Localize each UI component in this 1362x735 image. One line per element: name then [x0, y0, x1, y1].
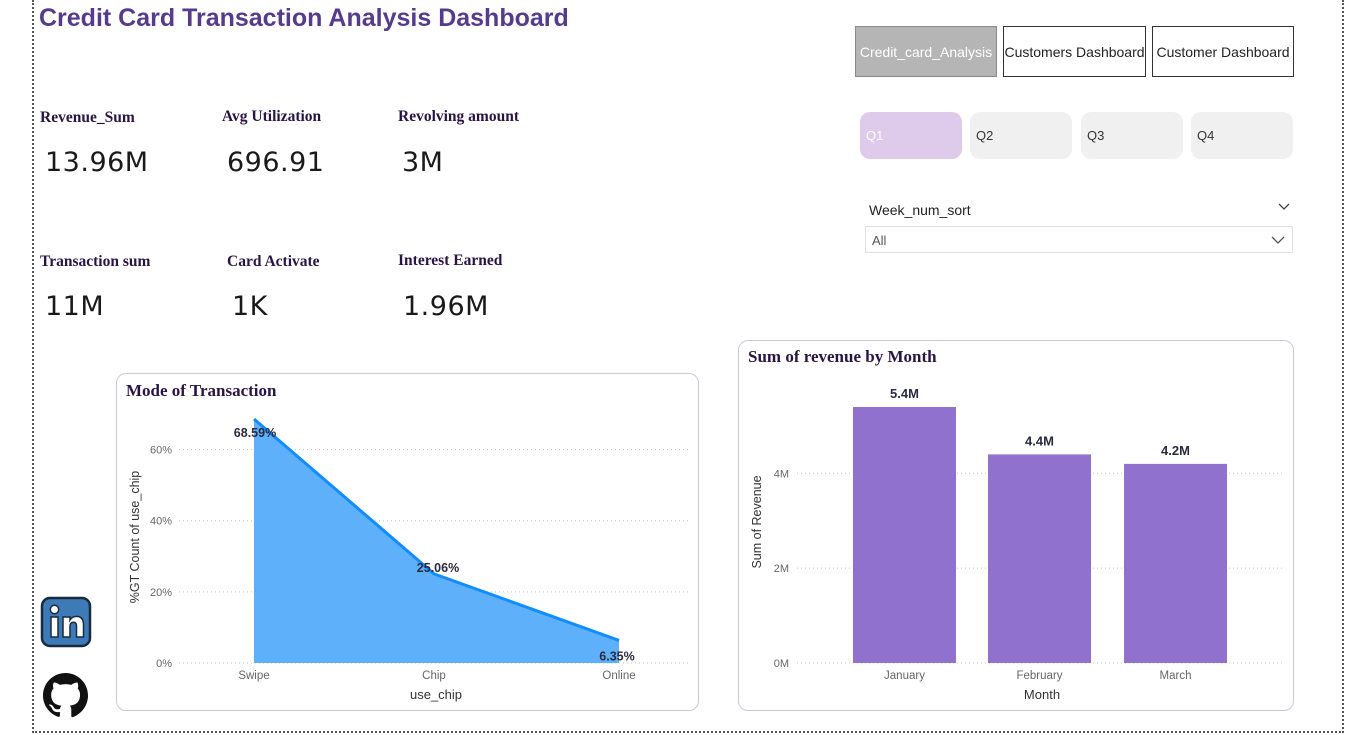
kpi-interest-earned-label: Interest Earned: [398, 252, 503, 269]
quarter-q2-button[interactable]: Q2: [970, 112, 1072, 159]
github-icon[interactable]: [42, 672, 89, 719]
kpi-revolving-amount-value: 3M: [402, 147, 444, 178]
y-axis-title: Sum of Revenue: [750, 475, 764, 568]
x-tick-label: March: [1160, 670, 1192, 682]
data-label: 68.59%: [234, 426, 276, 440]
kpi-avg-utilization-value: 696.91: [227, 147, 325, 178]
y-tick-label: 60%: [150, 445, 172, 457]
y-tick-label: 0M: [774, 658, 789, 670]
bar: [1124, 463, 1227, 663]
page-title: Credit Card Transaction Analysis Dashboa…: [39, 4, 569, 32]
data-label: 5.4M: [890, 386, 919, 401]
kpi-revenue-label: Revenue_Sum: [40, 109, 135, 126]
nav-customer-dashboard-button[interactable]: Customer Dashboard: [1152, 26, 1294, 77]
x-tick-label: Online: [602, 670, 635, 682]
x-tick-label: February: [1016, 670, 1062, 682]
linkedin-icon[interactable]: [40, 596, 92, 648]
bar: [988, 454, 1091, 663]
y-axis-title: %GT Count of use_chip: [128, 471, 142, 604]
y-tick-label: 20%: [150, 587, 172, 599]
quarter-q4-button[interactable]: Q4: [1191, 112, 1293, 159]
quarter-q1-button[interactable]: Q1: [860, 112, 962, 159]
nav-customers-dashboard-button[interactable]: Customers Dashboard: [1003, 26, 1146, 77]
kpi-card-activate-value: 1K: [232, 291, 268, 322]
x-tick-label: January: [884, 670, 925, 682]
quarter-q3-button[interactable]: Q3: [1081, 112, 1183, 159]
kpi-card-activate-label: Card Activate: [227, 253, 320, 270]
kpi-revolving-amount-label: Revolving amount: [398, 108, 519, 125]
data-label: 25.06%: [417, 561, 459, 575]
mode-of-transaction-card: Mode of Transaction 0% 20% 40% 60% 68.59% 25.…: [116, 373, 699, 711]
area-fill: [254, 419, 619, 663]
kpi-transaction-sum-value: 11M: [45, 291, 105, 322]
kpi-avg-utilization-label: Avg Utilization: [222, 108, 322, 125]
data-label: 6.35%: [599, 649, 634, 663]
week-slicer-value: All: [872, 233, 887, 248]
bar: [853, 407, 956, 663]
week-slicer-dropdown[interactable]: All: [865, 226, 1293, 253]
revenue-by-month-chart: 0M 2M 4M 5.4M January 4.4M February 4.2M March Mo…: [750, 386, 1284, 702]
y-tick-label: 4M: [774, 468, 789, 480]
chevron-down-icon[interactable]: [1276, 199, 1292, 215]
x-axis-title: Month: [1024, 687, 1060, 702]
y-tick-label: 0%: [156, 658, 172, 670]
kpi-revenue-value: 13.96M: [45, 147, 149, 178]
week-slicer-title: Week_num_sort: [869, 202, 971, 218]
kpi-transaction-sum-label: Transaction sum: [40, 253, 151, 270]
y-tick-label: 40%: [150, 516, 172, 528]
x-tick-label: Chip: [422, 670, 446, 682]
chevron-down-icon: [1271, 236, 1285, 244]
kpi-interest-earned-value: 1.96M: [403, 291, 489, 322]
y-tick-label: 2M: [774, 563, 789, 575]
x-axis-title: use_chip: [410, 687, 462, 702]
revenue-by-month-card: Sum of revenue by Month 0M 2M 4M 5.4M Januar…: [738, 340, 1294, 711]
mode-of-transaction-chart: 0% 20% 40% 60% 68.59% 25.06% 6.35% Swipe Chip Onl…: [128, 417, 689, 702]
nav-credit-card-analysis-button[interactable]: Credit_card_Analysis: [855, 26, 997, 77]
data-label: 4.4M: [1025, 433, 1054, 448]
x-tick-label: Swipe: [238, 670, 269, 682]
data-label: 4.2M: [1161, 443, 1190, 458]
